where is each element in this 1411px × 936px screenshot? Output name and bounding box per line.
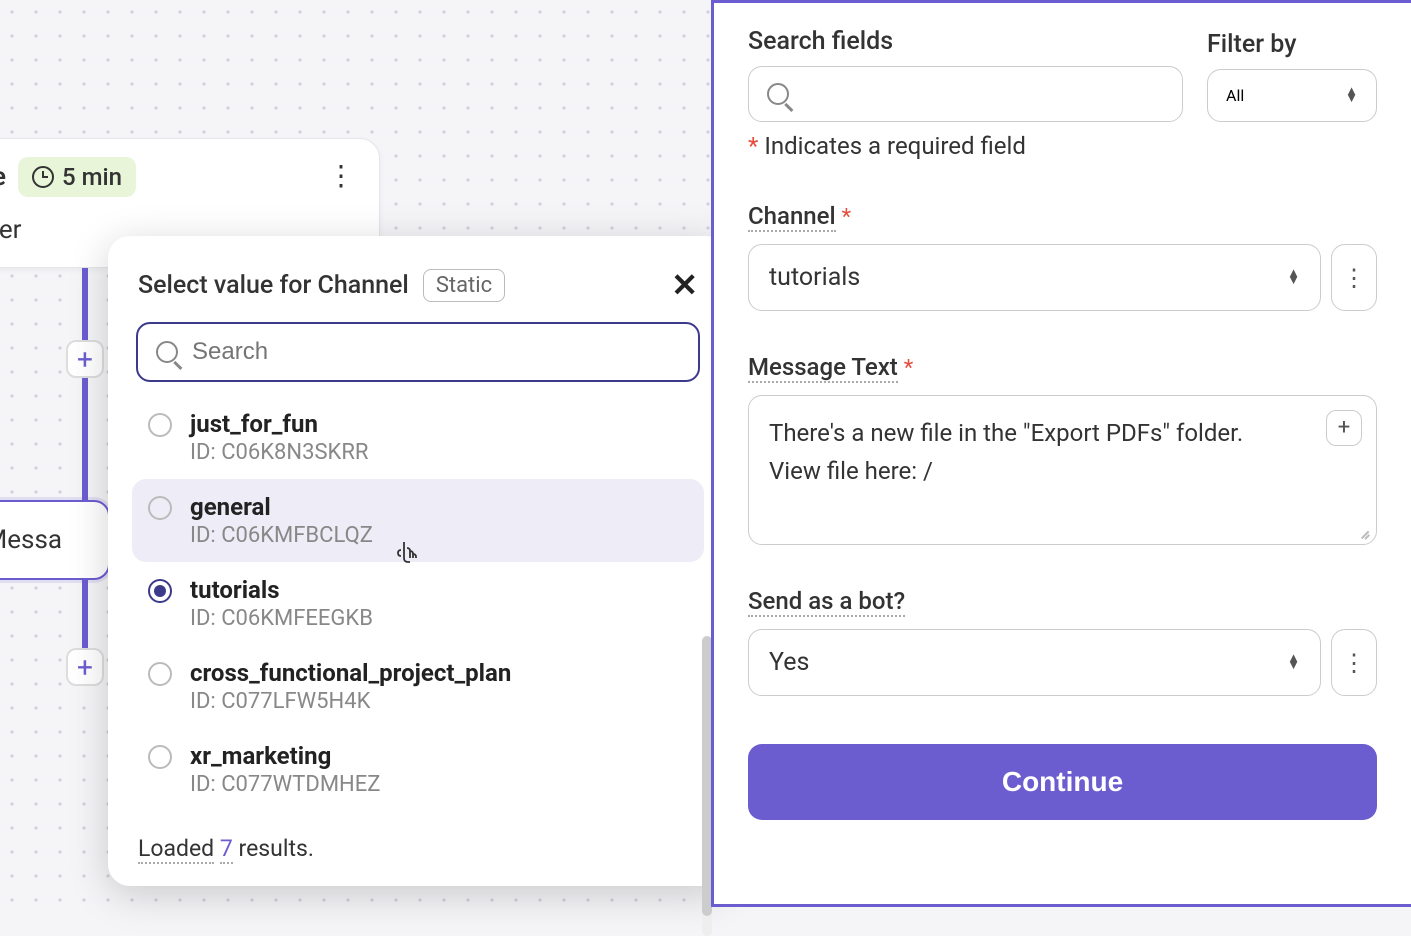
- search-fields-input[interactable]: [748, 66, 1183, 122]
- radio-icon: [148, 745, 172, 769]
- connector-line: [82, 378, 88, 500]
- channel-field-label: Channel: [748, 202, 836, 232]
- trigger-interval-text: 5 min: [62, 163, 122, 191]
- action-node[interactable]: el Messa: [0, 500, 110, 580]
- radio-icon: [148, 496, 172, 520]
- required-note: *Indicates a required field: [748, 132, 1377, 160]
- trigger-interval-badge: 5 min: [18, 157, 136, 197]
- option-id: ID: C06KMFEEGKB: [190, 606, 373, 631]
- chevron-updown-icon: ▲▼: [1345, 89, 1358, 102]
- chevron-updown-icon: ▲▼: [1287, 271, 1300, 284]
- message-line: View file here: /: [769, 452, 1356, 490]
- channel-select-popover: Select value for Channel Static ✕ just_f…: [108, 236, 728, 886]
- mode-badge[interactable]: Static: [423, 269, 505, 302]
- bot-select[interactable]: Yes ▲▼: [748, 629, 1321, 696]
- message-field-label: Message Text: [748, 353, 898, 383]
- resize-handle-icon[interactable]: [1356, 524, 1370, 538]
- channel-options-list[interactable]: just_for_funID: C06K8N3SKRRgeneralID: C0…: [122, 396, 714, 816]
- radio-icon: [148, 413, 172, 437]
- channel-select[interactable]: tutorials ▲▼: [748, 244, 1321, 311]
- config-panel: Search fields Filter by All ▲▼ *Indicate…: [711, 0, 1411, 907]
- bot-more-button[interactable]: ⋮: [1331, 629, 1377, 696]
- close-icon[interactable]: ✕: [671, 266, 698, 304]
- message-textarea[interactable]: There's a new file in the "Export PDFs" …: [748, 395, 1377, 545]
- popover-title: Select value for Channel: [138, 271, 409, 300]
- more-menu-icon[interactable]: ⋮: [327, 169, 357, 183]
- option-id: ID: C06KMFBCLQZ: [190, 523, 373, 548]
- channel-more-button[interactable]: ⋮: [1331, 244, 1377, 311]
- channel-option[interactable]: cross_functional_project_planID: C077LFW…: [132, 645, 704, 728]
- add-step-button[interactable]: +: [66, 340, 104, 378]
- radio-icon: [148, 579, 172, 603]
- continue-button[interactable]: Continue: [748, 744, 1377, 820]
- add-step-button[interactable]: +: [66, 648, 104, 686]
- option-name: general: [190, 493, 373, 521]
- option-id: ID: C077LFW5H4K: [190, 689, 511, 714]
- option-name: tutorials: [190, 576, 373, 604]
- channel-option[interactable]: tutorialsID: C06KMFEEGKB: [132, 562, 704, 645]
- channel-option[interactable]: just_for_funID: C06K8N3SKRR: [132, 396, 704, 479]
- bot-value: Yes: [769, 648, 809, 677]
- search-fields-label: Search fields: [748, 27, 1183, 56]
- channel-option[interactable]: xr_marketingID: C077WTDMHEZ: [132, 728, 704, 811]
- insert-token-button[interactable]: +: [1326, 410, 1362, 446]
- channel-value: tutorials: [769, 263, 860, 292]
- popover-search-field[interactable]: [136, 322, 700, 382]
- filter-value: All: [1226, 86, 1244, 105]
- option-id: ID: C077WTDMHEZ: [190, 772, 380, 797]
- connector-line: [82, 580, 88, 648]
- popover-footer: Loaded 7 results.: [108, 816, 728, 886]
- channel-option[interactable]: generalID: C06KMFBCLQZ: [132, 479, 704, 562]
- connector-line: [82, 268, 88, 340]
- trigger-source-badge: rive: [0, 162, 6, 192]
- option-name: cross_functional_project_plan: [190, 659, 511, 687]
- bot-field-label: Send as a bot?: [748, 587, 905, 617]
- search-input[interactable]: [192, 338, 680, 366]
- search-icon: [767, 83, 789, 105]
- radio-icon: [148, 662, 172, 686]
- action-node-label: el Messa: [0, 525, 62, 555]
- message-line: There's a new file in the "Export PDFs" …: [769, 414, 1356, 452]
- clock-icon: [32, 166, 54, 188]
- search-icon: [156, 341, 178, 363]
- filter-select[interactable]: All ▲▼: [1207, 69, 1377, 122]
- option-name: xr_marketing: [190, 742, 380, 770]
- option-id: ID: C06K8N3SKRR: [190, 440, 368, 465]
- option-name: just_for_fun: [190, 410, 368, 438]
- filter-label: Filter by: [1207, 30, 1377, 59]
- chevron-updown-icon: ▲▼: [1287, 656, 1300, 669]
